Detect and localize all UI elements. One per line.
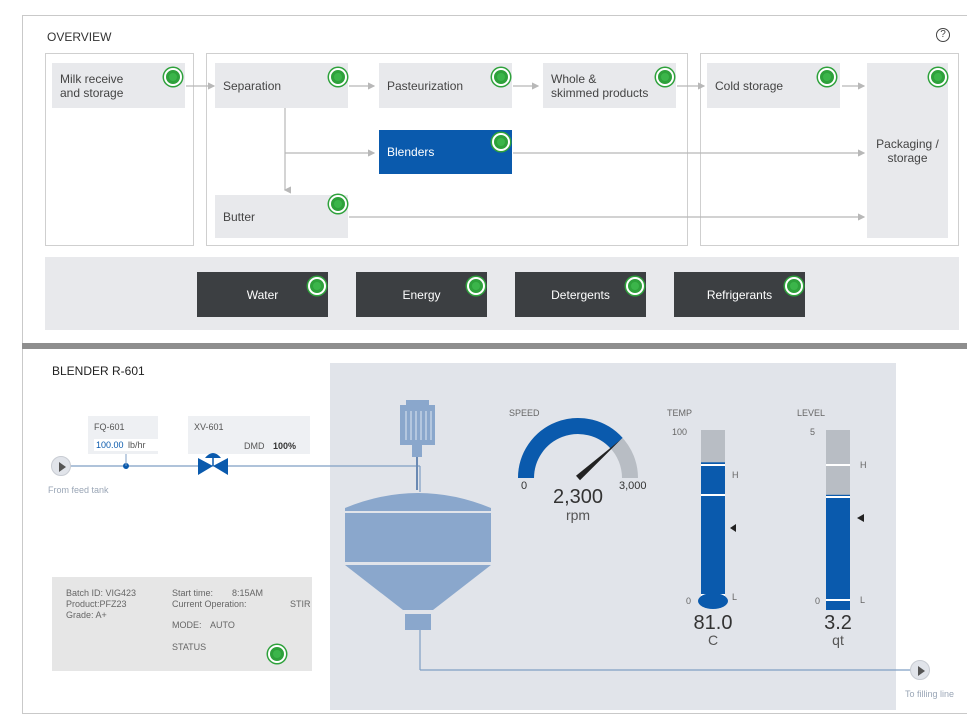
current-operation-label: Current Operation:: [172, 599, 247, 609]
batch-id: Batch ID: VIG423: [66, 588, 137, 598]
current-operation-value: STIR: [290, 599, 311, 609]
product: Product:PFZ23: [66, 599, 127, 609]
status-ok-icon: [268, 645, 286, 663]
mode-value: AUTO: [210, 620, 235, 630]
start-time-label: Start time:: [172, 588, 214, 598]
status-label: STATUS: [172, 642, 207, 652]
level-unit: qt: [832, 632, 844, 648]
mode-label: MODE:: [172, 620, 202, 630]
grade: Grade: A+: [66, 610, 107, 620]
start-time-value: 8:15AM: [232, 588, 264, 598]
